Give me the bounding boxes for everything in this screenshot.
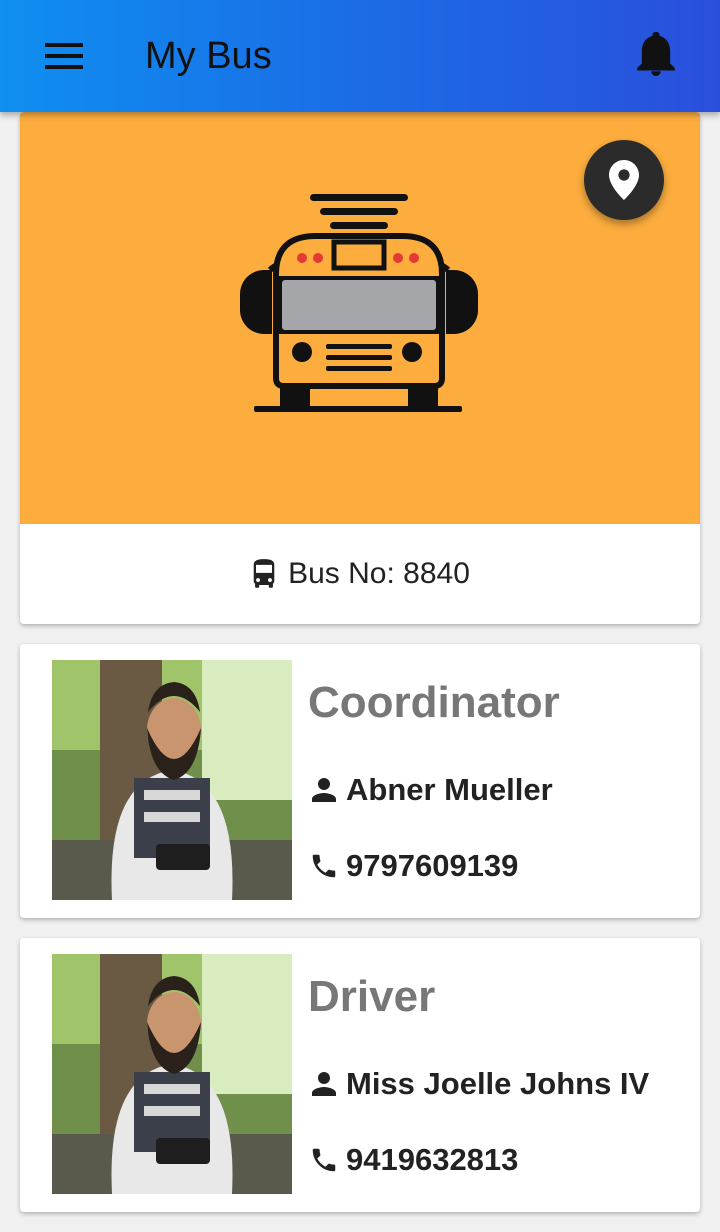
notifications-button[interactable] [630, 28, 682, 80]
app-bar: My Bus [0, 0, 720, 112]
phone-icon [308, 1144, 340, 1176]
phone-icon [308, 850, 340, 882]
driver-phone[interactable]: 9419632813 [346, 1142, 518, 1178]
page-title: My Bus [145, 35, 272, 77]
coordinator-photo [52, 660, 292, 900]
hamburger-menu-icon [45, 43, 83, 69]
driver-name: Miss Joelle Johns IV [346, 1066, 650, 1101]
coordinator-name-row: Abner Mueller [308, 772, 553, 808]
person-icon [308, 1068, 340, 1100]
bus-hero-banner [20, 112, 700, 524]
coordinator-card: Coordinator Abner Mueller 9797609139 [20, 644, 700, 918]
school-bus-illustration [240, 194, 478, 412]
coordinator-phone-row[interactable]: 9797609139 [308, 848, 518, 884]
coordinator-phone[interactable]: 9797609139 [346, 848, 518, 884]
map-pin-icon [609, 160, 639, 200]
bell-icon [637, 32, 675, 76]
coordinator-name: Abner Mueller [346, 772, 553, 807]
location-button[interactable] [584, 140, 664, 220]
driver-photo [52, 954, 292, 1194]
driver-name-row: Miss Joelle Johns IV [308, 1066, 649, 1102]
bus-number-label: Bus No: 8840 [288, 557, 470, 590]
menu-button[interactable] [34, 36, 94, 76]
role-title: Driver [308, 972, 436, 1021]
driver-phone-row[interactable]: 9419632813 [308, 1142, 518, 1178]
bus-icon [250, 558, 278, 590]
role-title: Coordinator [308, 678, 560, 727]
bus-number-row: Bus No: 8840 [20, 524, 700, 624]
bus-card: Bus No: 8840 [20, 112, 700, 624]
driver-card: Driver Miss Joelle Johns IV 9419632813 [20, 938, 700, 1212]
person-icon [308, 774, 340, 806]
